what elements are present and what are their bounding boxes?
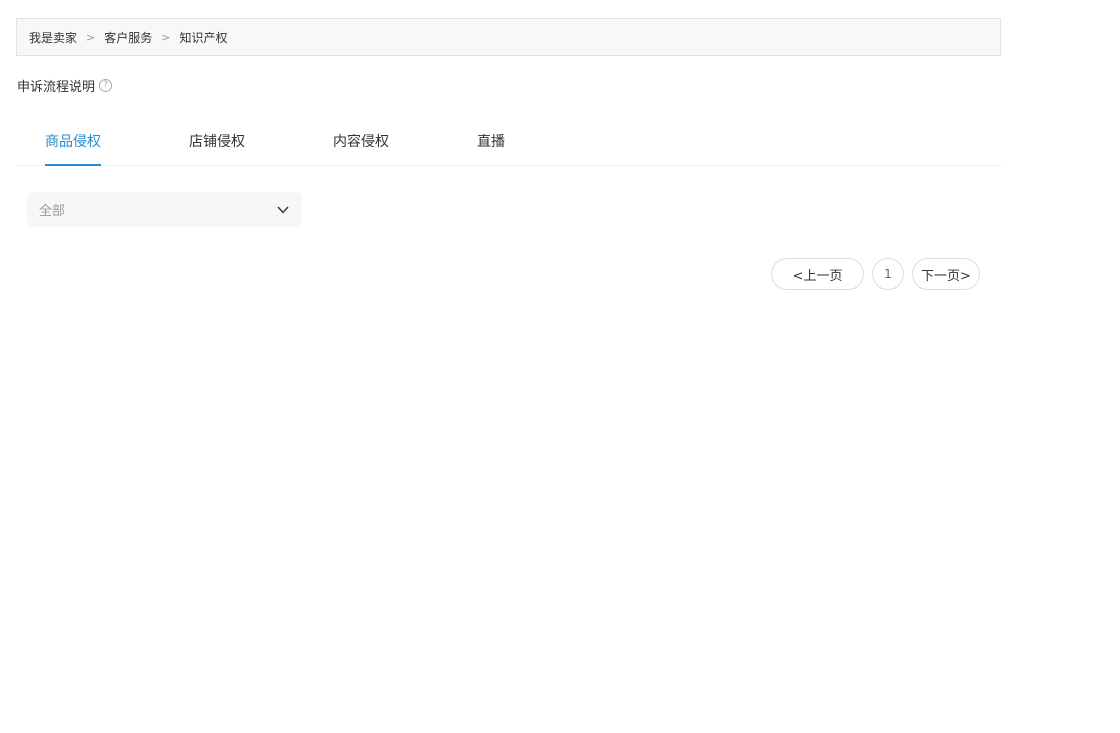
page: 我是卖家 > 客户服务 > 知识产权 申诉流程说明 ? 商品侵权 店铺侵权 内容… bbox=[0, 0, 1120, 733]
breadcrumb-item-ip: 知识产权 bbox=[179, 30, 228, 45]
filter-select-value: 全部 bbox=[39, 204, 66, 219]
tab-live[interactable]: 直播 bbox=[477, 120, 505, 165]
appeal-process-label: 申诉流程说明 bbox=[17, 80, 96, 95]
filter-select[interactable]: 全部 bbox=[27, 192, 302, 227]
next-page-button[interactable]: 下一页> bbox=[912, 258, 980, 290]
breadcrumb-separator: > bbox=[161, 30, 171, 44]
tab-content-infringement[interactable]: 内容侵权 bbox=[333, 120, 389, 165]
tab-store-infringement[interactable]: 店铺侵权 bbox=[189, 120, 245, 165]
breadcrumb-item-customer-service[interactable]: 客户服务 bbox=[104, 29, 152, 46]
breadcrumb-item-seller[interactable]: 我是卖家 bbox=[29, 29, 77, 46]
page-number-button[interactable]: 1 bbox=[872, 258, 904, 290]
chevron-down-icon bbox=[276, 203, 290, 217]
question-circle-icon[interactable]: ? bbox=[99, 79, 113, 92]
tab-product-infringement[interactable]: 商品侵权 bbox=[45, 120, 101, 166]
breadcrumb-separator: > bbox=[86, 30, 96, 44]
breadcrumb: 我是卖家 > 客户服务 > 知识产权 bbox=[16, 18, 1001, 56]
appeal-process-link[interactable]: 申诉流程说明 ? bbox=[17, 76, 113, 95]
prev-page-button[interactable]: <上一页 bbox=[771, 258, 864, 290]
tab-bar: 商品侵权 店铺侵权 内容侵权 直播 bbox=[16, 120, 1001, 166]
